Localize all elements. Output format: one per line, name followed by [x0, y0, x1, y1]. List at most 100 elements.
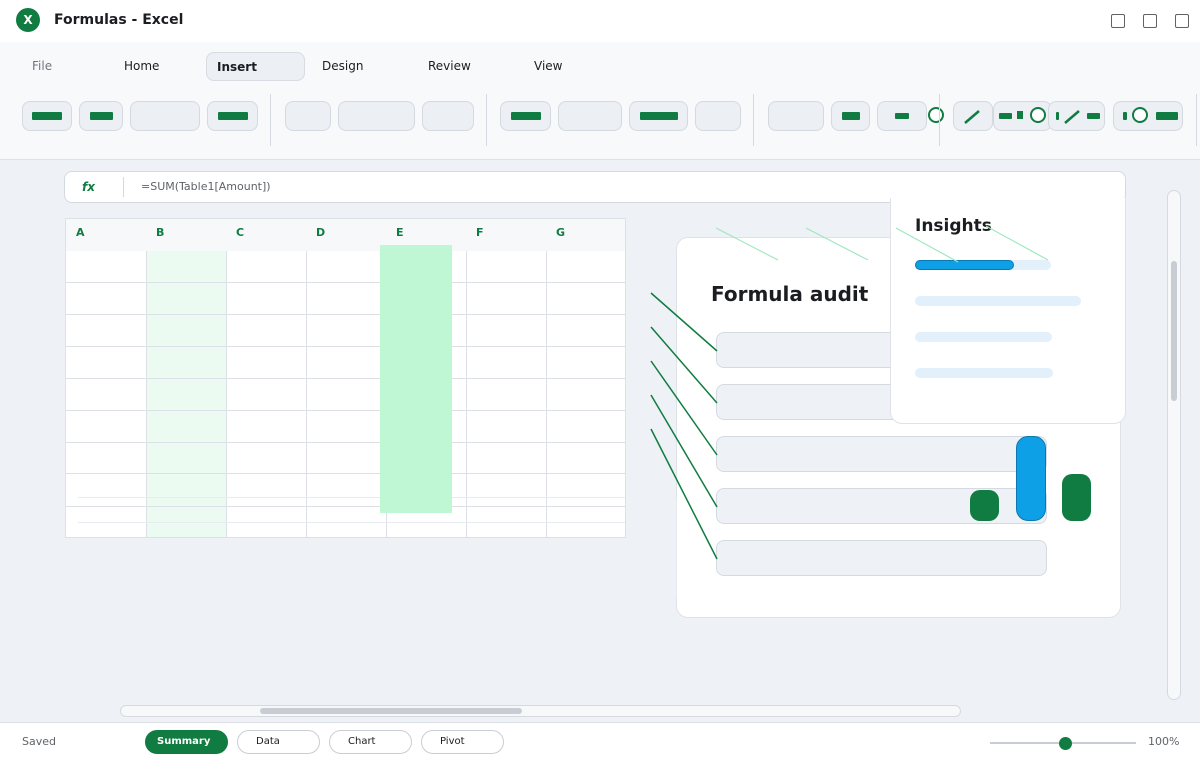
ribbon-tabs: File Home Insert Design Review View — [0, 42, 1200, 88]
grid-line — [66, 473, 625, 474]
column-header-b[interactable]: B — [146, 219, 226, 251]
line-icon — [964, 110, 980, 124]
minimize-button[interactable] — [1111, 14, 1125, 28]
grid-line — [66, 506, 625, 507]
mini-bar-green — [1062, 474, 1091, 521]
ribbon-button[interactable] — [22, 101, 72, 131]
ribbon-separator — [753, 94, 754, 146]
mini-bar-green — [970, 490, 999, 521]
tab-view[interactable]: View — [524, 52, 572, 81]
button-glyph-icon — [999, 113, 1012, 119]
status-bar: Saved Summary Data Chart Pivot 100% — [0, 722, 1200, 760]
grid-line — [146, 251, 147, 537]
ribbon-button[interactable] — [558, 101, 622, 131]
ribbon-toolbar — [0, 88, 1200, 160]
column-header-a[interactable]: A — [66, 219, 146, 251]
tab-design[interactable]: Design — [312, 52, 373, 81]
button-glyph-icon — [640, 112, 678, 120]
ribbon-separator — [486, 94, 487, 146]
grid-line — [66, 346, 625, 347]
button-glyph-icon — [842, 112, 860, 120]
button-glyph-icon — [895, 113, 909, 119]
insight-progress — [915, 332, 1052, 342]
tab-review[interactable]: Review — [418, 52, 481, 81]
audit-row[interactable] — [716, 436, 1047, 472]
vertical-scrollbar[interactable] — [1167, 190, 1181, 700]
horizontal-scroll-thumb[interactable] — [260, 708, 522, 714]
insights-title: Insights — [915, 216, 992, 236]
formula-input[interactable]: =SUM(Table1[Amount]) — [141, 180, 271, 193]
shape-circle-icon[interactable] — [928, 107, 944, 123]
insights-panel: Insights — [890, 198, 1126, 424]
ribbon-button[interactable] — [422, 101, 474, 131]
tab-insert[interactable]: Insert — [206, 52, 305, 81]
grid-line — [66, 410, 625, 411]
sheet-tab-summary[interactable]: Summary — [145, 730, 228, 754]
grid-line — [546, 251, 547, 537]
button-glyph-icon — [1056, 112, 1059, 120]
insight-progress — [915, 368, 1053, 378]
sheet-tab-data[interactable]: Data — [237, 730, 320, 754]
fx-icon[interactable]: fx — [82, 180, 95, 194]
excel-logo-icon: X — [16, 8, 40, 32]
ribbon-separator — [939, 94, 940, 146]
grid-line — [306, 251, 307, 537]
ribbon-button[interactable] — [831, 101, 870, 131]
vertical-scroll-thumb[interactable] — [1171, 261, 1177, 401]
tab-file[interactable]: File — [22, 52, 62, 81]
sheet-tab-chart[interactable]: Chart — [329, 730, 412, 754]
column-header-c[interactable]: C — [226, 219, 306, 251]
ribbon-button[interactable] — [629, 101, 688, 131]
shape-circle-icon[interactable] — [1030, 107, 1046, 123]
grid-line — [66, 378, 625, 379]
button-glyph-icon — [1156, 112, 1178, 120]
column-header-g[interactable]: G — [546, 219, 625, 251]
ribbon-button[interactable] — [1048, 101, 1105, 131]
ribbon-button[interactable] — [695, 101, 741, 131]
audit-row[interactable] — [716, 540, 1047, 576]
button-glyph-icon — [218, 112, 248, 120]
column-e-highlight — [380, 245, 452, 513]
ribbon-button[interactable] — [285, 101, 331, 131]
mini-bar-blue — [1016, 436, 1046, 521]
window-title: Formulas - Excel — [54, 12, 184, 28]
insight-progress-fill — [915, 260, 1015, 270]
insight-progress — [915, 260, 1051, 270]
grid-line — [78, 522, 625, 523]
save-status: Saved — [22, 735, 56, 748]
shape-circle-icon[interactable] — [1132, 107, 1148, 123]
ribbon-button[interactable] — [338, 101, 415, 131]
insight-progress — [915, 296, 1081, 306]
sheet-tab-pivot[interactable]: Pivot — [421, 730, 504, 754]
grid-line — [66, 282, 625, 283]
ribbon-button[interactable] — [79, 101, 123, 131]
grid-line — [66, 314, 625, 315]
line-tool-button[interactable] — [953, 101, 993, 131]
ribbon-button[interactable] — [1113, 101, 1183, 131]
ribbon-button[interactable] — [768, 101, 824, 131]
card-edge-line — [676, 498, 686, 598]
audit-title: Formula audit — [711, 282, 869, 306]
column-header-d[interactable]: D — [306, 219, 386, 251]
column-header-f[interactable]: F — [466, 219, 546, 251]
column-b-highlight — [146, 251, 226, 537]
ribbon-button[interactable] — [500, 101, 551, 131]
formula-divider — [123, 177, 124, 197]
shape-square-icon — [1017, 111, 1023, 119]
button-glyph-icon — [90, 112, 113, 120]
zoom-slider-thumb[interactable] — [1059, 737, 1073, 750]
button-glyph-icon — [1087, 113, 1100, 119]
ribbon-separator — [1196, 94, 1197, 146]
ribbon-button[interactable] — [130, 101, 200, 131]
button-glyph-icon — [511, 112, 541, 120]
worksheet-grid[interactable]: A B C D E F G — [65, 218, 626, 538]
button-glyph-icon — [1123, 112, 1127, 120]
close-button[interactable] — [1175, 14, 1189, 28]
ribbon-button[interactable] — [877, 101, 927, 131]
zoom-slider[interactable] — [990, 737, 1136, 750]
grid-line — [78, 497, 625, 498]
maximize-button[interactable] — [1143, 14, 1157, 28]
horizontal-scrollbar[interactable] — [120, 705, 961, 717]
ribbon-button[interactable] — [207, 101, 258, 131]
tab-home[interactable]: Home — [114, 52, 169, 81]
